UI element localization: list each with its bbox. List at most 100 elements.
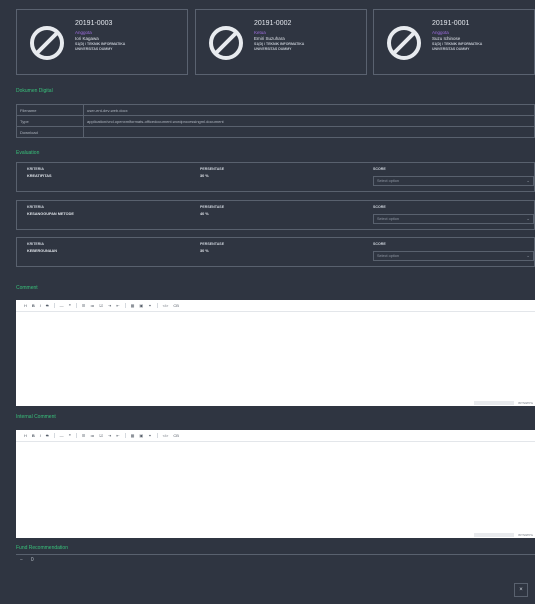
codeblock-button[interactable]: CB xyxy=(173,433,179,438)
bullet-list-button[interactable]: ☰ xyxy=(82,433,86,438)
chevron-down-icon: ⌄ xyxy=(526,216,530,221)
member-card: 20191-0002 Ketua Emiri Suzuhara S1(D) / … xyxy=(195,9,367,75)
persentase-value: 30 % xyxy=(200,174,209,178)
quote-button[interactable]: ❝ xyxy=(69,303,71,308)
document-table: Filename user-ent-dev-web.docx Type appl… xyxy=(16,104,535,138)
persentase-header: PERSENTASE xyxy=(200,167,225,171)
italic-button[interactable]: I xyxy=(40,303,41,308)
ordered-list-button[interactable]: ≔ xyxy=(90,303,94,308)
kriteria-value: KESANGGUPAN METODE xyxy=(27,212,74,216)
table-row: Download xyxy=(16,126,535,138)
indent-button[interactable]: ⇥ xyxy=(108,433,111,438)
member-name: Suzu Ichinose xyxy=(432,36,461,41)
member-university: UNIVERSITAS DUMMY xyxy=(254,47,292,51)
fund-value: 0 xyxy=(30,557,34,563)
select-placeholder: Select option xyxy=(377,254,399,258)
score-header: SCORE xyxy=(373,205,386,209)
editor-toolbar: H B I S — ❝ ☰ ≔ ☑ ⇥ ⇤ ▦ ▣ ⚭ </> CB xyxy=(16,300,535,312)
section-label-evaluation: Evaluation xyxy=(16,150,40,156)
minus-icon[interactable]: − xyxy=(20,557,23,563)
section-label-internal-comment: Internal Comment xyxy=(16,414,56,420)
link-button[interactable]: ⚭ xyxy=(148,303,151,308)
hr-button[interactable]: — xyxy=(60,303,64,308)
member-university: UNIVERSITAS DUMMY xyxy=(75,47,113,51)
section-label-comment: Comment xyxy=(16,285,38,291)
member-card: 20191-0003 Anggota Iori Kagawa S1(D) / T… xyxy=(16,9,188,75)
kriteria-header: KRITERIA xyxy=(27,167,44,171)
score-select[interactable]: Select option ⌄ xyxy=(373,214,534,224)
code-button[interactable]: </> xyxy=(163,303,169,308)
comment-editor[interactable]: H B I S — ❝ ☰ ≔ ☑ ⇥ ⇤ ▦ ▣ ⚭ </> CB WYSIW… xyxy=(16,300,535,406)
no-photo-icon xyxy=(209,26,243,60)
mode-tab[interactable] xyxy=(474,400,515,405)
persentase-header: PERSENTASE xyxy=(200,242,225,246)
no-photo-icon xyxy=(387,26,421,60)
bullet-list-button[interactable]: ☰ xyxy=(82,303,86,308)
image-button[interactable]: ▣ xyxy=(139,303,143,308)
fund-stepper[interactable]: − 0 xyxy=(16,557,34,563)
member-role: Anggota xyxy=(432,30,449,35)
persentase-value: 40 % xyxy=(200,212,209,216)
ordered-list-button[interactable]: ≔ xyxy=(90,433,94,438)
link-button[interactable]: ⚭ xyxy=(148,433,151,438)
member-program: S1(D) / TEKNIK INFORMATIKA xyxy=(254,42,305,46)
table-button[interactable]: ▦ xyxy=(131,433,135,438)
score-select[interactable]: Select option ⌄ xyxy=(373,176,534,186)
outdent-button[interactable]: ⇤ xyxy=(116,303,119,308)
score-header: SCORE xyxy=(373,167,386,171)
chevron-down-icon: ⌄ xyxy=(526,178,530,183)
eval-item: KRITERIA KESANGGUPAN METODE PERSENTASE 4… xyxy=(16,200,535,230)
hr-button[interactable]: — xyxy=(60,433,64,438)
outdent-button[interactable]: ⇤ xyxy=(116,433,119,438)
persentase-value: 30 % xyxy=(200,249,209,253)
kriteria-header: KRITERIA xyxy=(27,242,44,246)
section-label-fund: Fund Recommendation xyxy=(16,545,68,551)
heading-button[interactable]: H xyxy=(24,303,27,308)
kriteria-value: KREATIFITAS xyxy=(27,174,52,178)
bold-button[interactable]: B xyxy=(32,303,35,308)
image-button[interactable]: ▣ xyxy=(139,433,143,438)
doc-value: application/vnd.openxmlformats-officedoc… xyxy=(83,115,535,127)
table-button[interactable]: ▦ xyxy=(131,303,135,308)
member-role: Anggota xyxy=(75,30,92,35)
editor-status: WYSIWYG xyxy=(474,399,535,406)
persentase-header: PERSENTASE xyxy=(200,205,225,209)
mode-tab[interactable] xyxy=(474,532,515,537)
member-cards: 20191-0003 Anggota Iori Kagawa S1(D) / T… xyxy=(16,9,535,75)
heading-button[interactable]: H xyxy=(24,433,27,438)
codeblock-button[interactable]: CB xyxy=(173,303,179,308)
strike-button[interactable]: S xyxy=(46,433,49,438)
download-link[interactable] xyxy=(83,126,535,138)
wysiwyg-tab[interactable]: WYSIWYG xyxy=(518,533,535,537)
strike-button[interactable]: S xyxy=(46,303,49,308)
table-row: Type application/vnd.openxmlformats-offi… xyxy=(16,115,535,127)
doc-key: Type xyxy=(16,115,84,127)
kriteria-value: KEBERGUNAAN xyxy=(27,249,57,253)
member-nim: 20191-0003 xyxy=(75,20,113,27)
member-program: S1(D) / TEKNIK INFORMATIKA xyxy=(75,42,126,46)
editor-toolbar: H B I S — ❝ ☰ ≔ ☑ ⇥ ⇤ ▦ ▣ ⚭ </> CB xyxy=(16,430,535,442)
close-button[interactable]: × xyxy=(514,583,528,597)
quote-button[interactable]: ❝ xyxy=(69,433,71,438)
eval-item: KRITERIA KEBERGUNAAN PERSENTASE 30 % SCO… xyxy=(16,237,535,267)
task-list-button[interactable]: ☑ xyxy=(99,433,103,438)
member-program: S1(D) / TEKNIK INFORMATIKA xyxy=(432,42,483,46)
member-university: UNIVERSITAS DUMMY xyxy=(432,47,470,51)
member-name: Emiri Suzuhara xyxy=(254,36,285,41)
internal-comment-editor[interactable]: H B I S — ❝ ☰ ≔ ☑ ⇥ ⇤ ▦ ▣ ⚭ </> CB WYSIW… xyxy=(16,430,535,538)
score-select[interactable]: Select option ⌄ xyxy=(373,251,534,261)
wysiwyg-tab[interactable]: WYSIWYG xyxy=(518,401,535,405)
table-row: Filename user-ent-dev-web.docx xyxy=(16,104,535,116)
member-name: Iori Kagawa xyxy=(75,36,99,41)
member-card: 20191-0001 Anggota Suzu Ichinose S1(D) /… xyxy=(373,9,535,75)
code-button[interactable]: </> xyxy=(163,433,169,438)
task-list-button[interactable]: ☑ xyxy=(99,303,103,308)
bold-button[interactable]: B xyxy=(32,433,35,438)
no-photo-icon xyxy=(30,26,64,60)
select-placeholder: Select option xyxy=(377,217,399,221)
indent-button[interactable]: ⇥ xyxy=(108,303,111,308)
doc-key: Download xyxy=(16,126,84,138)
chevron-down-icon: ⌄ xyxy=(526,253,530,258)
score-header: SCORE xyxy=(373,242,386,246)
italic-button[interactable]: I xyxy=(40,433,41,438)
